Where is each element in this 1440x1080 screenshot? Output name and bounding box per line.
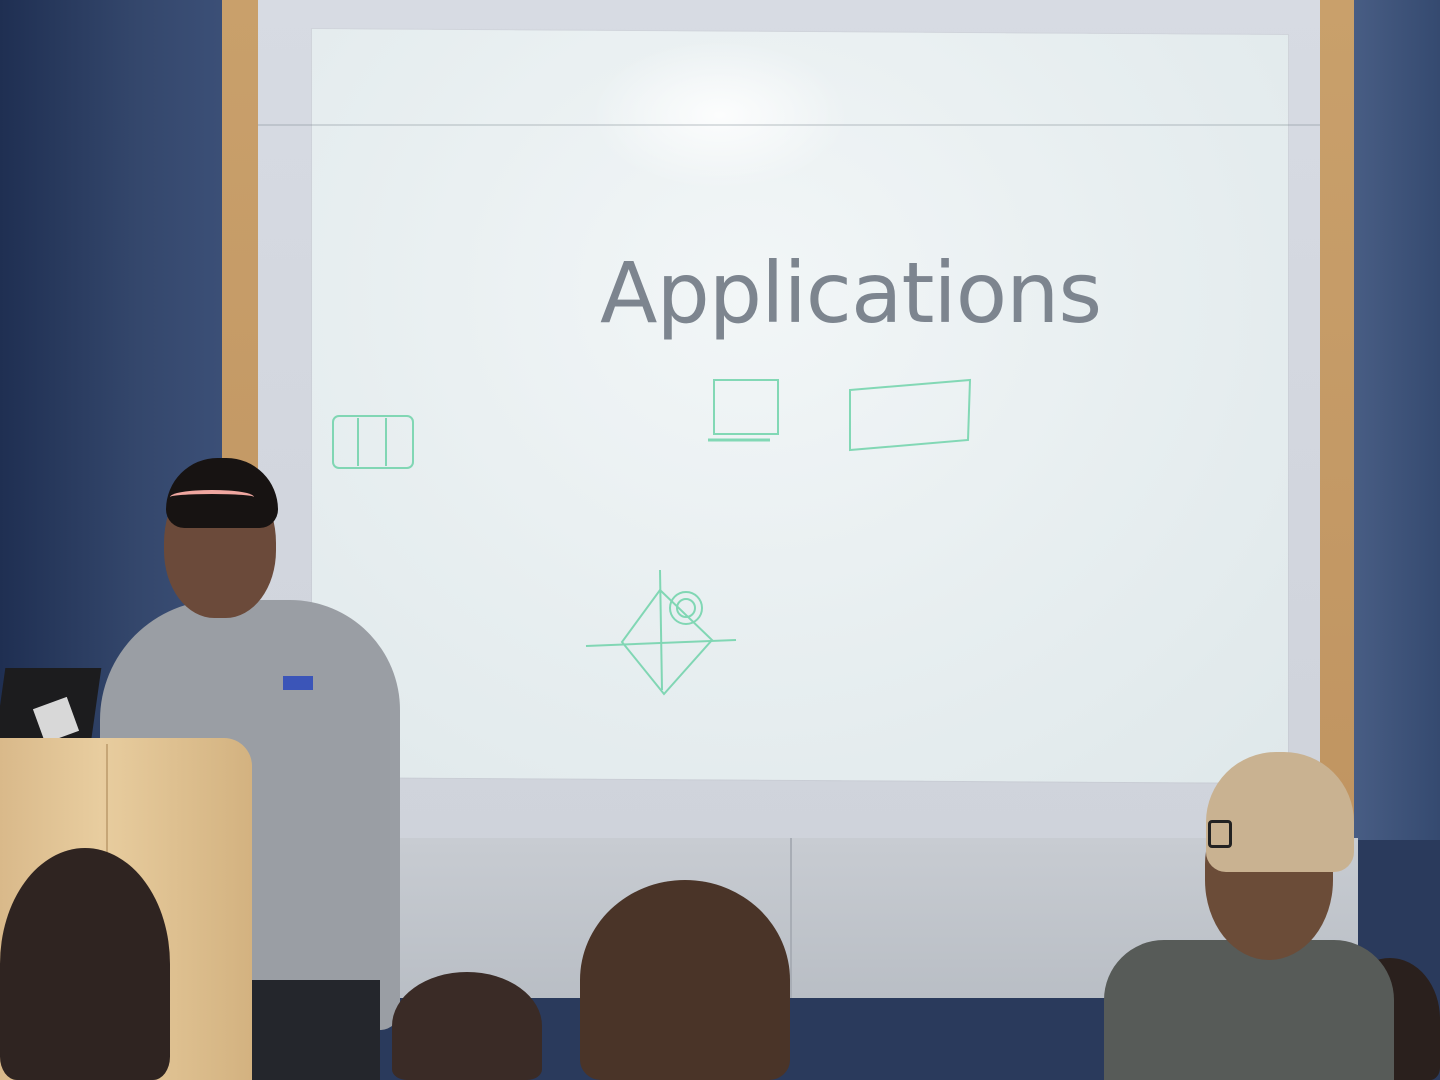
sketch-box-small bbox=[332, 415, 414, 469]
audience-head-center-left bbox=[392, 972, 542, 1080]
audience-head-center bbox=[580, 880, 790, 1080]
audience-man-shirt bbox=[1104, 940, 1394, 1080]
sketch-laptop bbox=[713, 379, 779, 435]
sketch-axis-v bbox=[659, 569, 663, 691]
shirt-logo bbox=[283, 676, 313, 690]
glasses bbox=[1208, 820, 1232, 848]
headband bbox=[170, 490, 254, 504]
audience-head-left bbox=[0, 848, 170, 1080]
sketch-spiral-1 bbox=[669, 591, 703, 625]
speaker-pants bbox=[240, 980, 380, 1080]
sketch-frame bbox=[849, 378, 972, 452]
baseball-cap bbox=[1206, 752, 1354, 872]
